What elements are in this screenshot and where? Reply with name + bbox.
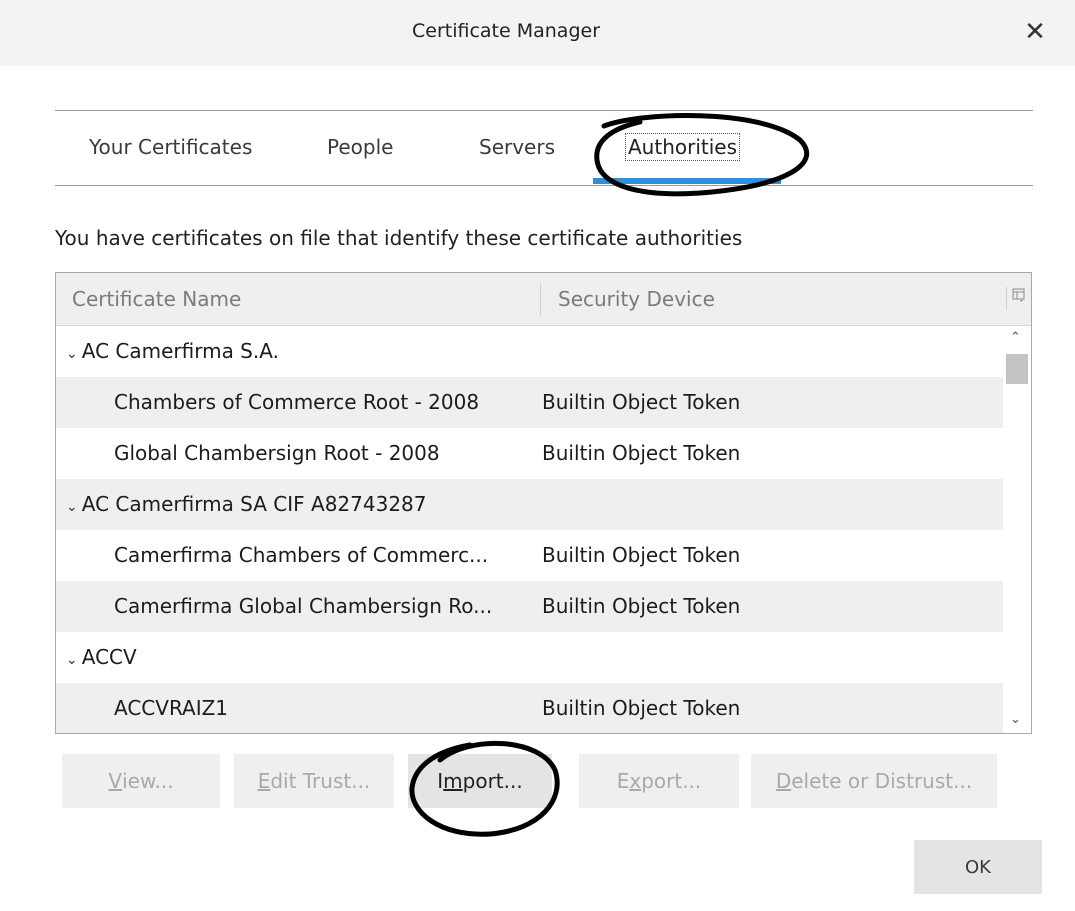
certificate-name: Chambers of Commerce Root - 2008 — [114, 390, 480, 414]
tree-group-row[interactable]: ⌄ ACCV — [56, 632, 1003, 683]
security-device: Builtin Object Token — [542, 390, 741, 414]
column-header-certificate-name[interactable]: Certificate Name — [72, 287, 241, 311]
delete-or-distrust-button[interactable]: Delete or Distrust... — [751, 754, 997, 808]
security-device: Builtin Object Token — [542, 543, 741, 567]
certificate-name: ACCVRAIZ1 — [114, 696, 229, 720]
tab-authorities[interactable]: Authorities — [625, 133, 741, 161]
column-picker-icon[interactable] — [1006, 287, 1026, 309]
vertical-scrollbar[interactable]: ⌃ ⌄ — [1003, 326, 1031, 733]
certificate-tree[interactable]: Certificate Name Security Device ⌄ AC Cam… — [55, 272, 1032, 734]
tree-group-row[interactable]: ⌄ AC Camerfirma S.A. — [56, 326, 1003, 377]
tab-bar: Your Certificates People Servers Authori… — [55, 111, 1033, 186]
export-button[interactable]: Ex port... — [579, 754, 739, 808]
edit-trust-button[interactable]: Edit Trust... — [234, 754, 394, 808]
certificate-name: Camerfirma Global Chambersign Ro... — [114, 594, 493, 618]
selected-tab-indicator — [593, 178, 781, 184]
expand-chevron-icon[interactable]: ⌄ — [66, 652, 78, 668]
window-title: Certificate Manager — [411, 20, 600, 42]
scrollbar-thumb[interactable] — [1006, 354, 1028, 384]
group-name: ACCV — [81, 645, 137, 669]
column-header-security-device[interactable]: Security Device — [558, 287, 715, 311]
ok-button[interactable]: OK — [914, 840, 1042, 894]
tree-row[interactable]: ACCVRAIZ1 Builtin Object Token — [56, 683, 1003, 733]
description-text: You have certificates on file that ident… — [55, 226, 743, 250]
close-icon[interactable]: ✕ — [1017, 14, 1053, 50]
title-bar: Certificate Manager ✕ — [0, 0, 1075, 66]
security-device: Builtin Object Token — [542, 696, 741, 720]
group-name: AC Camerfirma SA CIF A82743287 — [81, 492, 427, 516]
certificate-name: Camerfirma Chambers of Commerc... — [114, 543, 489, 567]
view-button[interactable]: View... — [62, 754, 220, 808]
security-device: Builtin Object Token — [542, 594, 741, 618]
tree-header: Certificate Name Security Device — [56, 273, 1031, 326]
group-name: AC Camerfirma S.A. — [81, 339, 279, 363]
security-device: Builtin Object Token — [542, 441, 741, 465]
tab-servers[interactable]: Servers — [479, 135, 555, 159]
expand-chevron-icon[interactable]: ⌄ — [66, 346, 78, 362]
expand-chevron-icon[interactable]: ⌄ — [66, 499, 78, 515]
certificate-name: Global Chambersign Root - 2008 — [114, 441, 440, 465]
tab-people[interactable]: People — [327, 135, 393, 159]
tab-your-certificates[interactable]: Your Certificates — [89, 135, 252, 159]
scroll-down-icon[interactable]: ⌄ — [1010, 712, 1021, 727]
tree-row[interactable]: Chambers of Commerce Root - 2008 Builtin … — [56, 377, 1003, 428]
scroll-up-icon[interactable]: ⌃ — [1010, 330, 1021, 345]
tree-row[interactable]: Camerfirma Chambers of Commerc... Builtin… — [56, 530, 1003, 581]
import-button[interactable]: Im port... — [408, 754, 552, 808]
tree-row[interactable]: Camerfirma Global Chambersign Ro... Built… — [56, 581, 1003, 632]
tree-row[interactable]: Global Chambersign Root - 2008 Builtin Ob… — [56, 428, 1003, 479]
tree-group-row[interactable]: ⌄ AC Camerfirma SA CIF A82743287 — [56, 479, 1003, 530]
column-separator[interactable] — [540, 283, 541, 316]
